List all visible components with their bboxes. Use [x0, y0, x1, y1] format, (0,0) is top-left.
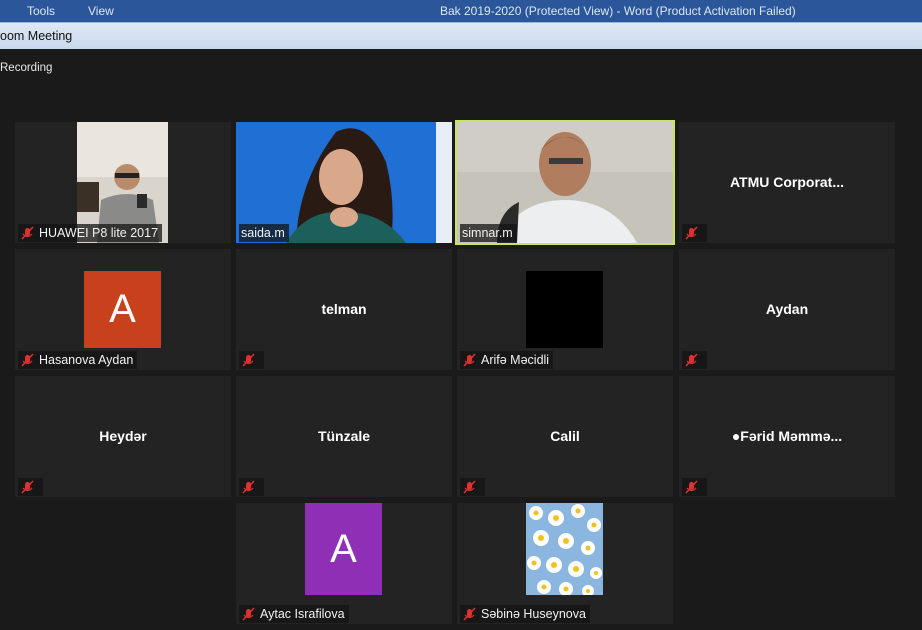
zoom-window-title: oom Meeting: [0, 29, 73, 43]
participant-name: Hasanova Aydan: [39, 353, 134, 367]
participant-tile[interactable]: A Aytac Israfilova: [236, 503, 452, 624]
mic-muted-icon: [462, 606, 477, 622]
participant-tile[interactable]: HUAWEI P8 lite 2017: [15, 122, 231, 243]
participant-avatar: A: [84, 271, 161, 348]
participant-display-name: Calil: [550, 428, 580, 444]
participant-name: saida.m: [241, 226, 285, 240]
participant-tile[interactable]: Səbinə Huseynova: [457, 503, 673, 624]
participant-tile-active-speaker[interactable]: simnar.m: [455, 120, 675, 245]
participant-tile[interactable]: Arifə Məcidli: [457, 249, 673, 370]
mic-muted-icon: [241, 352, 256, 368]
participant-name: Arifə Məcidli: [481, 353, 550, 367]
word-window-title: Bak 2019-2020 (Protected View) - Word (P…: [440, 4, 796, 18]
participant-name: HUAWEI P8 lite 2017: [39, 226, 159, 240]
participant-display-name: ATMU Corporat...: [729, 174, 845, 190]
participant-display-name: Tünzale: [317, 428, 371, 444]
mic-muted-icon: [462, 479, 477, 495]
participant-label: [239, 478, 264, 496]
mic-muted-icon: [241, 606, 256, 622]
mic-muted-icon: [20, 225, 35, 241]
participant-label: Səbinə Huseynova: [460, 605, 590, 623]
participant-label: Aytac Israfilova: [239, 605, 349, 623]
participant-tile[interactable]: A Hasanova Aydan: [15, 249, 231, 370]
participant-tile[interactable]: ●Fərid Məmmə...: [679, 376, 895, 497]
participant-avatar-flowers: [526, 503, 603, 595]
participant-display-name: Aydan: [765, 301, 809, 317]
recording-indicator: Recording: [0, 62, 53, 74]
mic-muted-icon: [20, 352, 35, 368]
mic-muted-icon: [684, 225, 699, 241]
word-title-bar: Tools View Bak 2019-2020 (Protected View…: [0, 0, 922, 22]
participant-avatar: [526, 271, 603, 348]
participant-name: Səbinə Huseynova: [481, 607, 586, 621]
participant-label: [682, 351, 707, 369]
participant-display-name: ●Fərid Məmmə...: [731, 428, 843, 444]
participant-label: [239, 351, 264, 369]
participant-tile[interactable]: Tünzale: [236, 376, 452, 497]
participant-tile[interactable]: Heydər: [15, 376, 231, 497]
participant-avatar: A: [305, 503, 382, 595]
menu-tools[interactable]: Tools: [27, 4, 55, 18]
mic-muted-icon: [462, 352, 477, 368]
menu-view[interactable]: View: [88, 4, 114, 18]
participant-label: [682, 478, 707, 496]
participant-label: Arifə Məcidli: [460, 351, 554, 369]
participant-name: Aytac Israfilova: [260, 607, 345, 621]
participant-tile[interactable]: Calil: [457, 376, 673, 497]
mic-muted-icon: [684, 352, 699, 368]
participant-display-name: telman: [321, 301, 367, 317]
mic-muted-icon: [684, 479, 699, 495]
participant-label: Hasanova Aydan: [18, 351, 138, 369]
participant-tile[interactable]: Aydan: [679, 249, 895, 370]
participant-label: [682, 224, 707, 242]
mic-muted-icon: [20, 479, 35, 495]
participant-label: [18, 478, 43, 496]
participant-tile[interactable]: telman: [236, 249, 452, 370]
zoom-title-bar[interactable]: oom Meeting: [0, 22, 922, 49]
mic-muted-icon: [241, 479, 256, 495]
participant-display-name: Heydər: [99, 428, 147, 444]
participant-name: simnar.m: [462, 226, 513, 240]
participant-tile[interactable]: ATMU Corporat...: [679, 122, 895, 243]
participant-tile[interactable]: saida.m: [236, 122, 452, 243]
participant-label: [460, 478, 485, 496]
participant-label: simnar.m: [460, 224, 517, 242]
participant-label: saida.m: [239, 224, 289, 242]
participant-label: HUAWEI P8 lite 2017: [18, 224, 163, 242]
